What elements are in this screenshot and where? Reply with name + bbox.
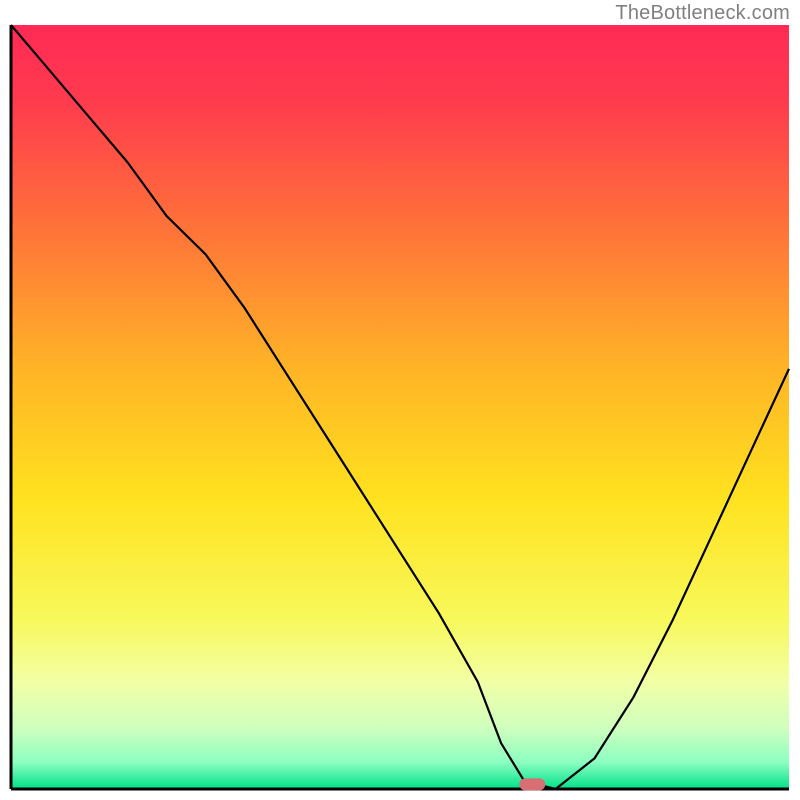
chart-svg bbox=[11, 25, 789, 789]
optimal-marker bbox=[519, 778, 545, 790]
background-rect bbox=[11, 25, 789, 789]
chart-plot-area bbox=[11, 25, 789, 789]
watermark-text: TheBottleneck.com bbox=[615, 2, 790, 25]
